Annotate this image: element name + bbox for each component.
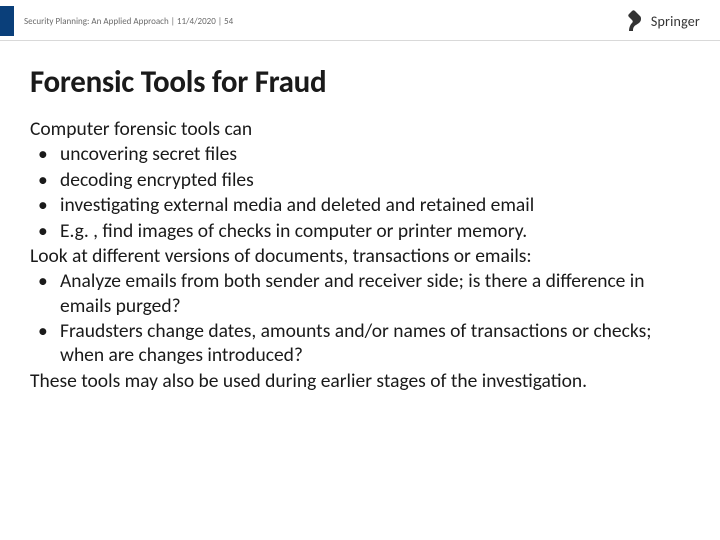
accent-bar [0, 6, 14, 36]
springer-horse-icon [623, 9, 645, 33]
slide-title: Forensic Tools for Fraud [30, 63, 690, 101]
doc-title: Security Planning: An Applied Approach [24, 16, 169, 27]
closing: These tools may also be used during earl… [30, 369, 690, 393]
lead-1: Computer forensic tools can [30, 117, 690, 141]
top-bar-text: Security Planning: An Applied Approach |… [24, 16, 623, 27]
bullet-list-1: uncovering secret files decoding encrypt… [30, 142, 690, 243]
slide-body: Computer forensic tools can uncovering s… [30, 117, 690, 393]
content-area: Forensic Tools for Fraud Computer forens… [0, 41, 720, 393]
slide-number: 54 [224, 16, 233, 27]
brand-logo: Springer [623, 9, 702, 33]
list-item: uncovering secret files [30, 142, 690, 166]
top-bar: Security Planning: An Applied Approach |… [0, 0, 720, 40]
bullet-list-2: Analyze emails from both sender and rece… [30, 269, 690, 368]
lead-2: Look at different versions of documents,… [30, 244, 690, 268]
list-item: Analyze emails from both sender and rece… [30, 269, 690, 318]
brand-name: Springer [651, 13, 700, 30]
list-item: decoding encrypted files [30, 168, 690, 192]
list-item: investigating external media and deleted… [30, 193, 690, 217]
list-item: E.g. , find images of checks in computer… [30, 219, 690, 243]
list-item: Fraudsters change dates, amounts and/or … [30, 319, 690, 368]
doc-date: 11/4/2020 [177, 16, 216, 27]
